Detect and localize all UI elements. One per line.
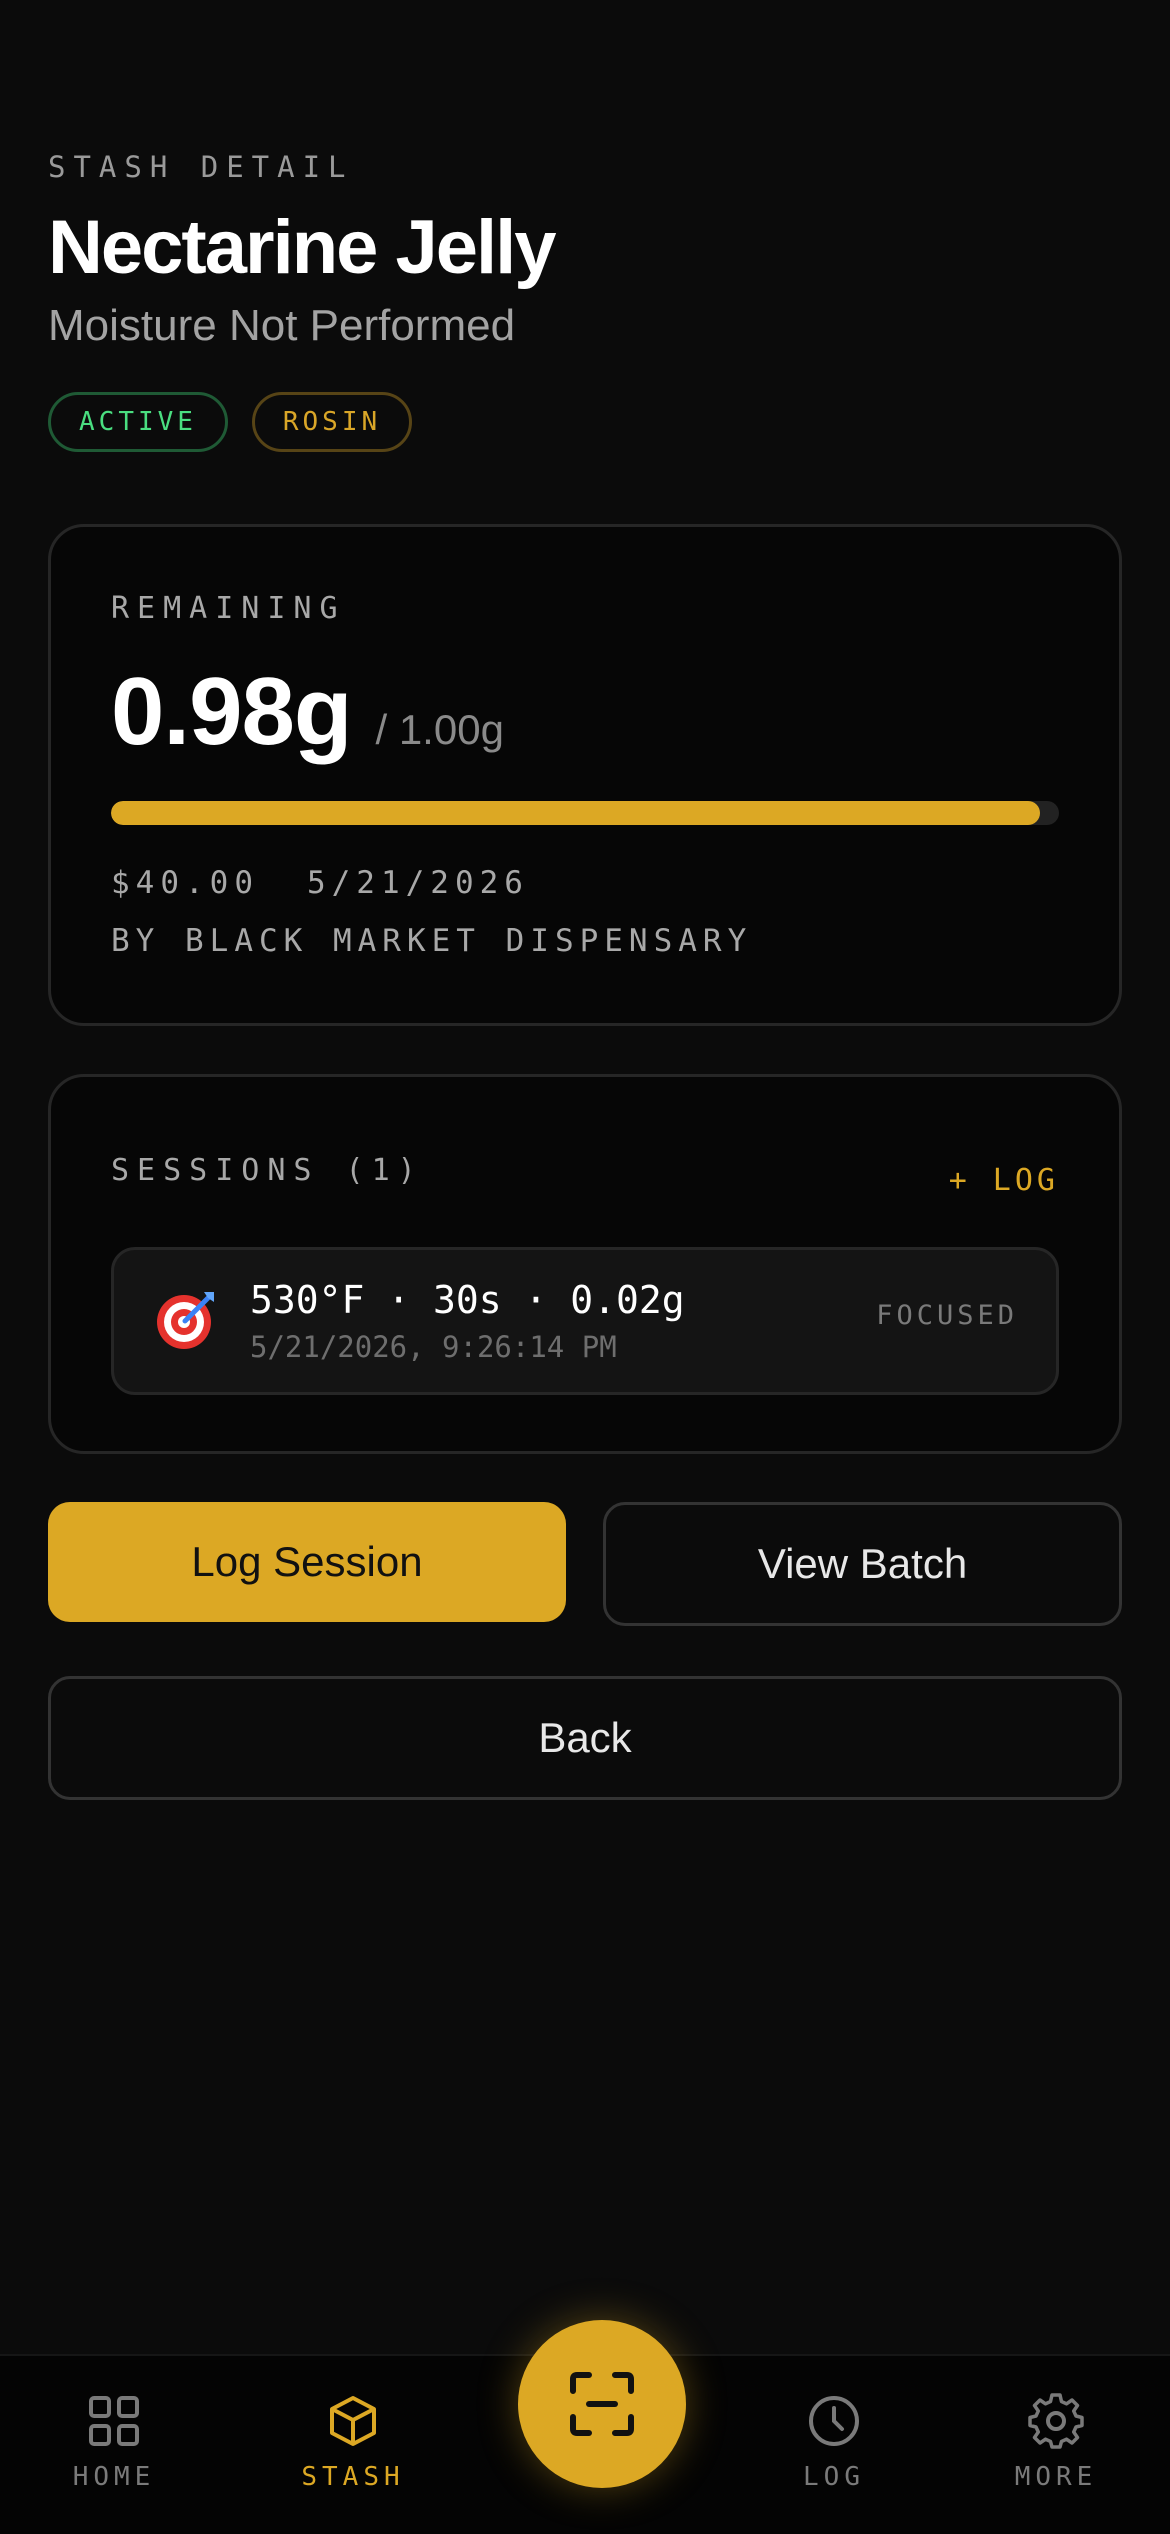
session-mood: FOCUSED bbox=[876, 1300, 1018, 1331]
tab-home-label: HOME bbox=[72, 2462, 156, 2492]
remaining-progress-fill bbox=[111, 801, 1041, 825]
grid-icon bbox=[89, 2396, 139, 2446]
gear-icon bbox=[1028, 2393, 1084, 2449]
purchase-meta: $40.00 5/21/2026 bbox=[111, 865, 529, 901]
remaining-amount-row: 0.98g / 1.00g bbox=[111, 657, 504, 767]
remaining-label: REMAINING bbox=[111, 591, 346, 626]
sessions-label: SESSIONS (1) bbox=[111, 1153, 424, 1188]
purchase-date: 5/21/2026 bbox=[306, 865, 529, 901]
tab-stash-label: STASH bbox=[301, 2462, 405, 2492]
remaining-progress-bar bbox=[111, 801, 1059, 825]
vendor-label: BY BLACK MARKET DISPENSARY bbox=[111, 923, 753, 959]
scan-button[interactable] bbox=[518, 2320, 686, 2488]
session-row[interactable]: 530°F · 30s · 0.02g 5/21/2026, 9:26:14 P… bbox=[111, 1247, 1059, 1395]
status-badge-active: ACTIVE bbox=[48, 392, 228, 452]
type-badge-rosin: ROSIN bbox=[252, 392, 412, 452]
add-log-link[interactable]: + LOG bbox=[949, 1163, 1059, 1198]
page-title: Nectarine Jelly bbox=[48, 205, 557, 290]
tab-more[interactable]: MORE bbox=[956, 2392, 1156, 2492]
back-button[interactable]: Back bbox=[48, 1676, 1122, 1800]
tab-log[interactable]: LOG bbox=[734, 2392, 934, 2492]
tab-log-label: LOG bbox=[803, 2462, 865, 2492]
remaining-amount: 0.98g bbox=[111, 658, 352, 765]
session-summary: 530°F · 30s · 0.02g bbox=[250, 1278, 685, 1322]
target-icon bbox=[157, 1292, 214, 1349]
clock-icon bbox=[809, 2396, 859, 2446]
tab-more-label: MORE bbox=[1014, 2462, 1098, 2492]
view-batch-button[interactable]: View Batch bbox=[603, 1502, 1122, 1626]
stash-detail-eyebrow: STASH DETAIL bbox=[48, 150, 354, 184]
log-session-button[interactable]: Log Session bbox=[48, 1502, 566, 1622]
tab-home[interactable]: HOME bbox=[14, 2392, 214, 2492]
box-icon bbox=[330, 2396, 376, 2446]
page-subtitle: Moisture Not Performed bbox=[48, 301, 516, 350]
remaining-card: REMAINING 0.98g / 1.00g $40.00 5/21/2026 … bbox=[48, 524, 1122, 1026]
scan-icon bbox=[570, 2372, 634, 2436]
purchase-price: $40.00 bbox=[111, 865, 259, 901]
tab-stash[interactable]: STASH bbox=[253, 2392, 453, 2492]
session-timestamp: 5/21/2026, 9:26:14 PM bbox=[250, 1330, 617, 1364]
total-amount: / 1.00g bbox=[375, 706, 504, 753]
sessions-card: SESSIONS (1) + LOG 530°F · 30s · 0.02g 5… bbox=[48, 1074, 1122, 1454]
